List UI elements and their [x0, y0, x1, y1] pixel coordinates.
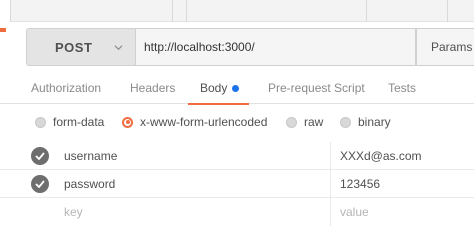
new-key-input[interactable]: key: [64, 198, 83, 226]
column-divider: [330, 170, 331, 198]
column-divider: [330, 142, 331, 170]
param-value[interactable]: 123456: [340, 170, 380, 198]
param-key[interactable]: password: [64, 170, 115, 198]
request-tab-active[interactable]: [0, 0, 10, 22]
radio-binary[interactable]: binary: [340, 110, 391, 134]
row-enabled-checkbox[interactable]: [31, 147, 49, 165]
tab-pre-request-script[interactable]: Pre-request Script: [268, 72, 365, 104]
param-key[interactable]: username: [64, 142, 117, 170]
params-label: Params: [431, 40, 473, 54]
column-divider: [330, 198, 331, 226]
radio-selected-icon: [122, 116, 133, 128]
tab-divider: [172, 0, 173, 22]
tab-headers[interactable]: Headers: [130, 72, 175, 104]
chevron-down-icon: [114, 45, 123, 51]
checkmark-icon: [35, 180, 45, 188]
request-tab-strip: [0, 0, 474, 22]
tab-divider: [186, 0, 187, 22]
radio-raw[interactable]: raw: [286, 110, 323, 134]
radio-circle-icon: [35, 116, 46, 128]
tab-body[interactable]: Body: [188, 72, 250, 105]
tab-divider: [366, 0, 367, 22]
param-value[interactable]: XXXd@as.com: [340, 142, 422, 170]
body-modified-dot-icon: [232, 84, 240, 92]
tab-divider: [447, 0, 448, 22]
tab-tests[interactable]: Tests: [388, 72, 416, 104]
request-tabs: Authorization Headers Body Pre-request S…: [0, 72, 474, 105]
url-value: http://localhost:3000/: [144, 40, 255, 54]
new-value-input[interactable]: value: [340, 198, 369, 226]
tab-divider: [10, 0, 11, 22]
radio-form-data[interactable]: form-data: [35, 110, 104, 134]
active-request-marker: [0, 28, 6, 32]
radio-x-www-form-urlencoded[interactable]: x-www-form-urlencoded: [122, 110, 267, 134]
radio-circle-icon: [340, 116, 351, 128]
table-row: username XXXd@as.com: [0, 142, 474, 170]
method-dropdown[interactable]: POST: [26, 28, 136, 66]
request-bar: POST http://localhost:3000/ Params: [26, 28, 474, 66]
row-enabled-checkbox[interactable]: [31, 175, 49, 193]
tab-authorization[interactable]: Authorization: [31, 72, 101, 104]
body-mode-radio-group: form-data x-www-form-urlencoded raw bina…: [0, 110, 474, 134]
table-row: password 123456: [0, 170, 474, 198]
new-param-row: key value: [0, 198, 474, 226]
method-label: POST: [55, 39, 93, 55]
radio-circle-icon: [286, 116, 297, 128]
params-button[interactable]: Params: [416, 28, 474, 66]
checkmark-icon: [35, 152, 45, 160]
active-tab-underline: [188, 103, 250, 105]
url-input[interactable]: http://localhost:3000/: [136, 28, 416, 66]
